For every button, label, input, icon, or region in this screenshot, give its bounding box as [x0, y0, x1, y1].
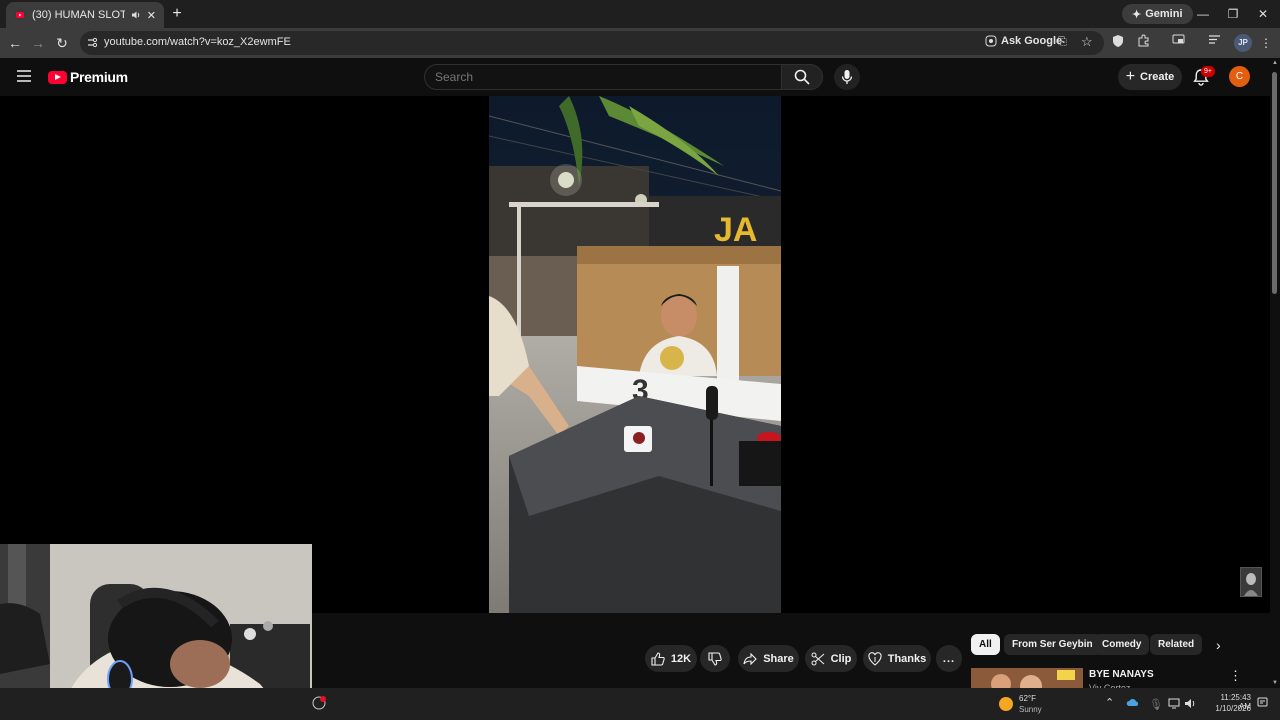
page-scrollbar[interactable]: ▲ ▼	[1270, 58, 1280, 688]
weather-sun-icon[interactable]	[999, 697, 1013, 711]
browser-tab-strip: (30) HUMAN SLOT MACHIN ✕ + ✦ Gemini — ❐ …	[0, 0, 1280, 28]
hamburger-menu-icon[interactable]	[16, 69, 32, 83]
logo-wordmark: Premium	[70, 69, 128, 85]
youtube-favicon-icon	[14, 9, 26, 21]
thanks-button[interactable]: Thanks	[863, 645, 931, 672]
chip-related[interactable]: Related	[1150, 634, 1203, 655]
super-thanks-icon	[868, 651, 882, 666]
more-actions-button[interactable]: ...	[936, 645, 962, 672]
clock-date[interactable]: 1/10/2026	[1207, 704, 1251, 713]
onedrive-cloud-icon[interactable]	[1126, 698, 1139, 707]
microphone-tray-icon[interactable]: 🎙	[1149, 698, 1163, 711]
tab-close-icon[interactable]: ✕	[147, 9, 156, 22]
video-frame[interactable]: JA 3	[489, 96, 781, 613]
recommended-thumbnail[interactable]	[971, 668, 1083, 688]
chip-all[interactable]: All	[971, 634, 1000, 655]
recommended-menu-icon[interactable]: ⋮	[1229, 668, 1242, 684]
reading-list-icon[interactable]	[1208, 34, 1226, 52]
youtube-play-logo-icon	[48, 70, 67, 84]
new-tab-button[interactable]: +	[168, 5, 186, 23]
share-label: Share	[763, 652, 794, 665]
voice-search-button[interactable]	[834, 64, 860, 90]
clip-button[interactable]: Clip	[805, 645, 857, 672]
weather-temperature[interactable]: 62°F	[1019, 694, 1036, 703]
scroll-down-arrow-icon[interactable]: ▼	[1270, 678, 1280, 688]
chips-next-chevron-icon[interactable]: ›	[1216, 637, 1221, 653]
browser-profile-avatar[interactable]: JP	[1234, 34, 1252, 52]
extensions-puzzle-icon[interactable]	[1137, 34, 1155, 52]
like-button[interactable]: 12K	[645, 645, 697, 672]
browser-tab[interactable]: (30) HUMAN SLOT MACHIN ✕	[6, 2, 164, 28]
weather-description[interactable]: Sunny	[1019, 705, 1042, 714]
back-arrow-icon[interactable]: ←	[5, 33, 25, 53]
shield-extension-icon[interactable]	[1112, 34, 1130, 52]
notification-center-icon[interactable]	[1257, 697, 1268, 708]
recommended-title[interactable]: BYE NANAYS	[1089, 669, 1154, 680]
clip-label: Clip	[830, 652, 852, 665]
browser-toolbar: ← → ↻ youtube.com/watch?v=koz_X2ewmFE As…	[0, 28, 1280, 58]
create-button[interactable]: + Create	[1118, 64, 1182, 90]
thanks-label: Thanks	[887, 652, 927, 665]
like-count: 12K	[670, 652, 692, 665]
scroll-up-arrow-icon[interactable]: ▲	[1270, 58, 1280, 68]
plus-icon: +	[1125, 68, 1136, 85]
gemini-sparkle-icon: ✦	[1132, 8, 1142, 21]
youtube-premium-logo[interactable]: Premium	[48, 69, 128, 85]
cast-screen-icon[interactable]	[1172, 34, 1190, 52]
scrollbar-thumb[interactable]	[1272, 72, 1277, 294]
taskbar-app-icon[interactable]	[312, 696, 326, 710]
volume-speaker-icon[interactable]	[1184, 698, 1196, 709]
video-scene-image: JA 3	[489, 96, 781, 613]
url-text: youtube.com/watch?v=koz_X2ewmFE	[104, 36, 291, 48]
microphone-icon	[841, 70, 853, 84]
end-screen-thumbnail[interactable]	[1240, 567, 1262, 597]
gemini-label: Gemini	[1145, 8, 1183, 20]
share-button[interactable]: Share	[738, 645, 799, 672]
network-monitor-icon[interactable]	[1168, 698, 1180, 709]
reload-icon[interactable]: ↻	[52, 33, 72, 53]
browser-menu-icon[interactable]: ⋮	[1257, 34, 1275, 52]
minimize-window-icon[interactable]: —	[1192, 4, 1214, 24]
chip-comedy[interactable]: Comedy	[1094, 634, 1150, 655]
thumbs-up-icon	[651, 651, 665, 666]
search-input[interactable]	[425, 65, 781, 89]
restore-window-icon[interactable]: ❐	[1222, 4, 1244, 24]
address-bar[interactable]: youtube.com/watch?v=koz_X2ewmFE Ask Goog…	[80, 31, 1104, 55]
share-arrow-icon	[743, 652, 757, 665]
ask-google-label: Ask Google	[1001, 35, 1063, 47]
windows-taskbar: 62°F Sunny ⌃ 🎙 11:25:43 AM 1/10/2026	[0, 688, 1280, 720]
lens-icon	[985, 35, 997, 47]
ask-google-button[interactable]: Ask Google	[985, 35, 1062, 47]
forward-arrow-icon[interactable]: →	[28, 33, 48, 53]
create-label: Create	[1140, 71, 1175, 83]
jackpot-sign-text: JA	[714, 211, 757, 249]
thumbs-down-icon	[708, 651, 722, 666]
search-button[interactable]	[781, 64, 823, 90]
install-app-icon[interactable]: ⎘	[1058, 36, 1067, 49]
more-icon: ...	[942, 652, 956, 665]
video-player[interactable]: JA 3	[0, 96, 1270, 613]
tray-overflow-chevron-icon[interactable]: ⌃	[1105, 696, 1114, 709]
chip-from-ser-geybin[interactable]: From Ser Geybin	[1004, 634, 1101, 655]
search-icon	[794, 69, 810, 85]
site-info-icon[interactable]	[87, 37, 98, 48]
bookmark-star-icon[interactable]: ☆	[1081, 34, 1093, 50]
youtube-header: Premium + Create 9+ C	[0, 58, 1270, 96]
search-field[interactable]	[424, 64, 782, 90]
scissors-icon	[811, 652, 824, 665]
notification-count-badge: 9+	[1201, 66, 1215, 77]
account-avatar[interactable]: C	[1229, 66, 1250, 87]
dislike-button[interactable]	[700, 645, 730, 672]
tab-title: (30) HUMAN SLOT MACHIN	[32, 9, 125, 21]
close-window-icon[interactable]: ✕	[1252, 4, 1274, 24]
tab-audio-icon[interactable]	[131, 10, 141, 20]
gemini-button[interactable]: ✦ Gemini	[1122, 4, 1193, 24]
